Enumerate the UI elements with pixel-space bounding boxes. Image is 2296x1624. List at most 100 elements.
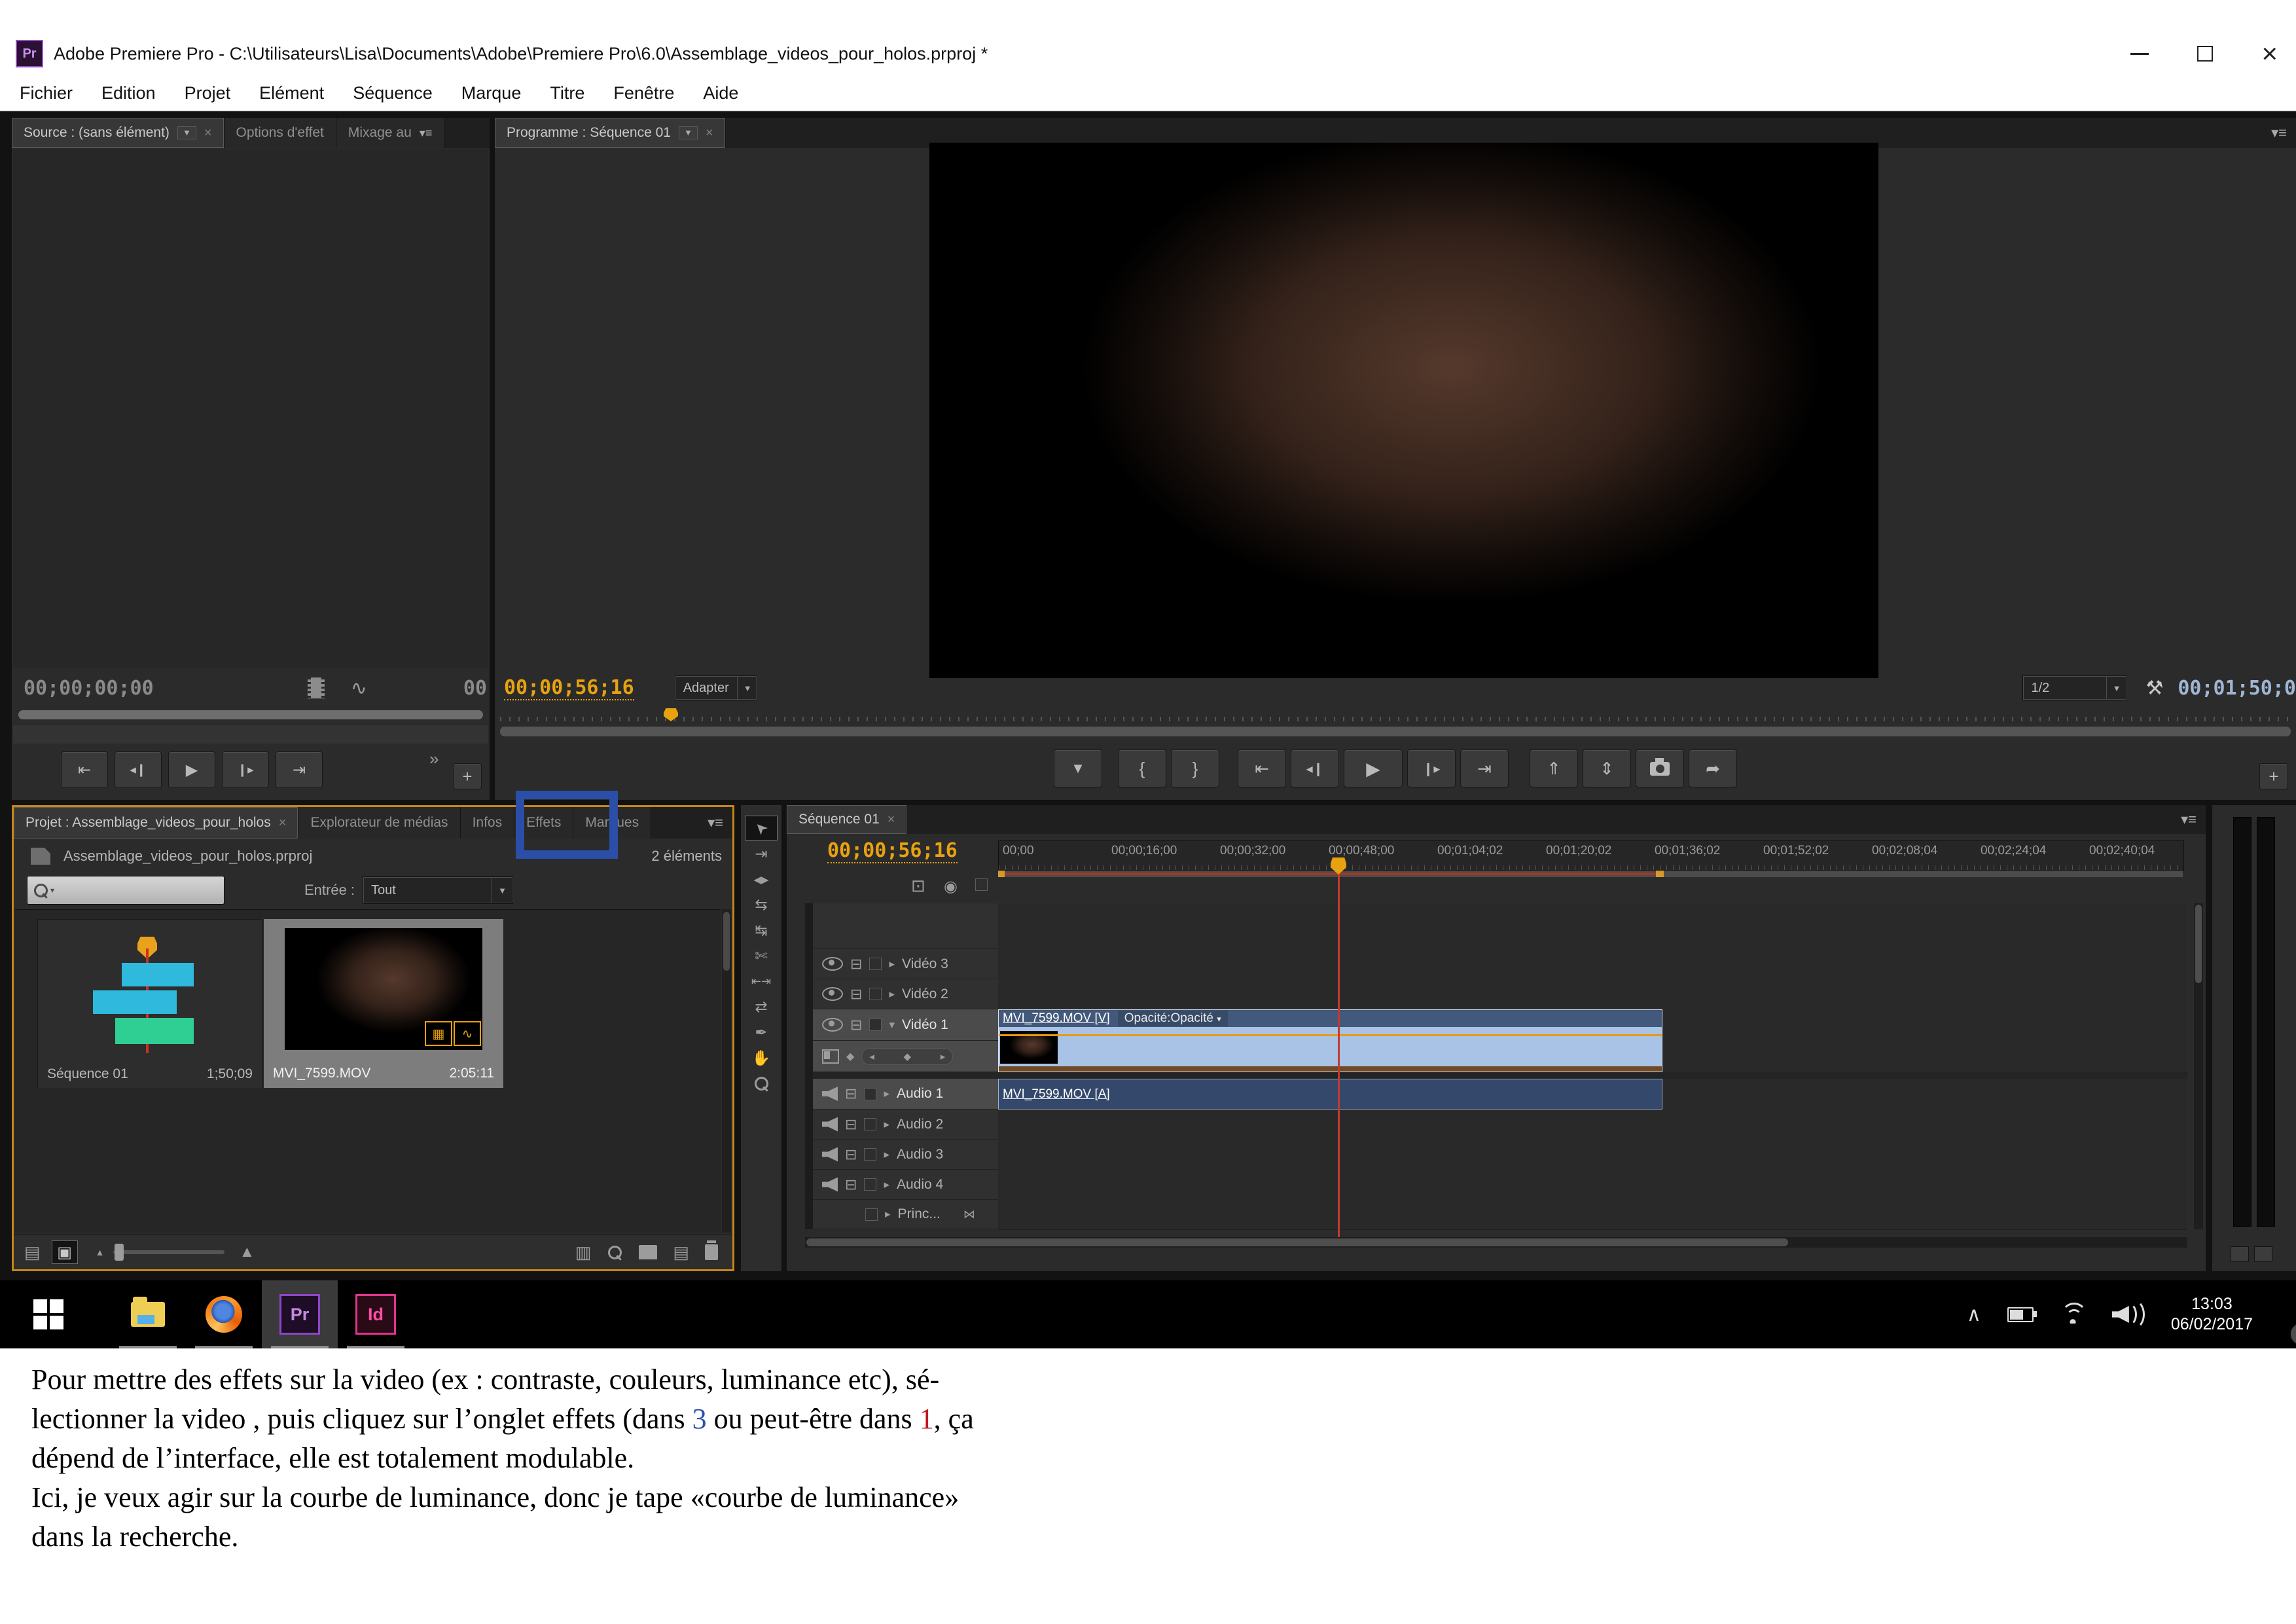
track-lock-toggle[interactable]	[864, 1178, 876, 1191]
zoom-tool[interactable]	[745, 1072, 777, 1095]
video-badge-icon[interactable]: ▦	[425, 1021, 452, 1046]
razor-tool[interactable]: ✄	[745, 944, 777, 967]
new-bin-button[interactable]	[639, 1245, 657, 1259]
sync-lock-icon[interactable]: ⊟	[845, 1085, 857, 1102]
toggle-track-output-icon[interactable]	[822, 1087, 838, 1101]
hand-tool[interactable]: ✋	[745, 1046, 777, 1070]
menu-marque[interactable]: Marque	[461, 83, 522, 103]
step-forward-button[interactable]: ❙▸	[1407, 749, 1456, 787]
track-header-video-2[interactable]: ⊟ ▸ Vidéo 2	[813, 979, 998, 1009]
next-keyframe-icon[interactable]: ▸	[941, 1051, 946, 1062]
start-button[interactable]	[10, 1280, 86, 1348]
tab-source[interactable]: Source : (sans élément) ▼ ×	[12, 118, 224, 148]
track-header-master[interactable]: ▸ Princ... ⋈	[813, 1200, 998, 1229]
track-lock-toggle[interactable]	[869, 958, 882, 970]
sync-lock-icon[interactable]: ⊟	[845, 1146, 857, 1163]
toggle-track-output-icon[interactable]	[822, 1117, 838, 1132]
more-buttons-chevron[interactable]: »	[429, 749, 439, 769]
sync-lock-icon[interactable]: ⊟	[850, 1017, 862, 1034]
lift-button[interactable]: ⇑	[1530, 749, 1578, 787]
go-to-in-button[interactable]: ⇤	[1238, 749, 1286, 787]
collapse-icon[interactable]: ▸	[885, 1208, 891, 1221]
menu-sequence[interactable]: Séquence	[353, 83, 433, 103]
meter-option-right[interactable]	[2254, 1246, 2272, 1262]
sync-lock-icon[interactable]: ⊟	[850, 956, 862, 973]
show-keyframes-icon[interactable]: ◆	[846, 1050, 854, 1063]
panel-menu-icon[interactable]: ▾≡	[420, 126, 433, 140]
audio-badge-icon[interactable]: ∿	[454, 1021, 481, 1046]
tab-sequence-01[interactable]: Séquence 01 ×	[787, 805, 907, 834]
rate-stretch-tool[interactable]: ↹	[745, 918, 777, 942]
track-lane-video-2[interactable]	[998, 979, 2187, 1010]
tab-media-browser[interactable]: Explorateur de médias	[298, 807, 460, 839]
zoom-level-dropdown[interactable]: 1/2▼	[2022, 676, 2127, 700]
track-header-video-3[interactable]: ⊟ ▸ Vidéo 3	[813, 949, 998, 979]
track-header-audio-2[interactable]: ⊟ ▸ Audio 2	[813, 1110, 998, 1140]
play-button[interactable]: ▶	[1344, 749, 1403, 787]
work-area-bar[interactable]	[998, 871, 2183, 877]
source-tab-dropdown-icon[interactable]: ▼	[177, 126, 196, 139]
taskbar-file-explorer[interactable]	[110, 1280, 186, 1348]
add-marker-button[interactable]: ▼	[1054, 749, 1102, 787]
tab-program[interactable]: Programme : Séquence 01 ▼ ×	[495, 118, 726, 148]
taskbar-premiere[interactable]: Pr	[262, 1280, 338, 1348]
timeline-h-scrollbar[interactable]	[805, 1237, 2187, 1248]
track-header-video-1[interactable]: ⊟ ▾ Vidéo 1	[813, 1009, 998, 1041]
sync-lock-icon[interactable]: ⊟	[850, 986, 862, 1003]
track-lane-master[interactable]	[998, 1200, 2187, 1230]
project-item-clip[interactable]: ▦ ∿ MVI_7599.MOV 2:05:11	[264, 919, 503, 1088]
menu-aide[interactable]: Aide	[703, 83, 738, 103]
project-tab-close-icon[interactable]: ×	[279, 816, 287, 831]
extract-button[interactable]: ⇕	[1583, 749, 1631, 787]
list-view-button[interactable]: ▤	[24, 1242, 41, 1263]
track-select-tool[interactable]: ⇥	[745, 842, 777, 865]
mark-out-button[interactable]: }	[1171, 749, 1219, 787]
rolling-edit-tool[interactable]: ⇆	[745, 893, 777, 916]
add-button[interactable]: +	[453, 763, 482, 789]
toggle-track-output-icon[interactable]	[822, 1178, 838, 1192]
taskbar-firefox[interactable]	[186, 1280, 262, 1348]
set-display-style-icon[interactable]	[822, 1049, 839, 1064]
timeline-ruler[interactable]: 00;00 00;00;16;00 00;00;32;00 00;00;48;0…	[998, 840, 2184, 871]
go-to-out-button[interactable]: ⇥	[276, 751, 323, 788]
program-tab-dropdown-icon[interactable]: ▼	[679, 126, 698, 139]
clip-effect-dropdown[interactable]: Opacité:Opacité ▾	[1118, 1011, 1228, 1026]
toggle-track-output-icon[interactable]	[822, 1018, 843, 1032]
drag-audio-icon[interactable]: ∿	[351, 677, 367, 700]
menu-projet[interactable]: Projet	[185, 83, 231, 103]
track-lock-toggle[interactable]	[869, 1019, 882, 1031]
collapse-icon[interactable]: ▸	[889, 988, 895, 1001]
taskbar-indesign[interactable]: Id	[338, 1280, 414, 1348]
new-item-button[interactable]: ▤	[673, 1242, 689, 1263]
go-to-in-button[interactable]: ⇤	[61, 751, 108, 788]
program-scrollbar[interactable]	[500, 727, 2291, 736]
program-playhead-marker[interactable]	[664, 708, 678, 721]
timeline-v-scrollbar[interactable]	[2194, 903, 2203, 1229]
battery-icon[interactable]	[2007, 1307, 2034, 1322]
tab-infos[interactable]: Infos	[461, 807, 515, 839]
step-forward-button[interactable]: ❙▸	[222, 751, 269, 788]
slide-tool[interactable]: ⇄	[745, 995, 777, 1019]
track-lane-audio-2[interactable]	[998, 1110, 2187, 1140]
track-header-audio-3[interactable]: ⊟ ▸ Audio 3	[813, 1140, 998, 1170]
timeline-current-timecode[interactable]: 00;00;56;16	[827, 839, 958, 863]
sync-lock-icon[interactable]: ⊟	[845, 1176, 857, 1193]
marker-menu-icon[interactable]	[975, 878, 988, 891]
menu-element[interactable]: Elément	[259, 83, 324, 103]
panel-menu-icon[interactable]: ▾≡	[698, 807, 732, 839]
track-lane-audio-3[interactable]	[998, 1140, 2187, 1170]
track-lock-toggle[interactable]	[864, 1148, 876, 1161]
project-scrollbar[interactable]	[722, 909, 731, 1233]
track-header-audio-4[interactable]: ⊟ ▸ Audio 4	[813, 1170, 998, 1200]
tab-audio-mixer[interactable]: Mixage au ▾≡	[336, 118, 444, 148]
timeline-video-clip[interactable]: MVI_7599.MOV [V] Opacité:Opacité ▾	[998, 1009, 1662, 1072]
step-back-button[interactable]: ◂❙	[115, 751, 162, 788]
sequence-tab-close-icon[interactable]: ×	[888, 812, 895, 827]
menu-fichier[interactable]: Fichier	[20, 83, 73, 103]
collapse-icon[interactable]: ▸	[884, 1118, 889, 1131]
track-header-audio-1[interactable]: ⊟ ▸ Audio 1	[813, 1079, 998, 1110]
export-button[interactable]: ➦	[1689, 749, 1737, 787]
export-frame-button[interactable]	[1636, 749, 1684, 787]
track-video-1-options[interactable]: ◆ ◂ ◆ ▸	[813, 1041, 998, 1072]
fit-dropdown[interactable]: Adapter▼	[675, 676, 757, 700]
